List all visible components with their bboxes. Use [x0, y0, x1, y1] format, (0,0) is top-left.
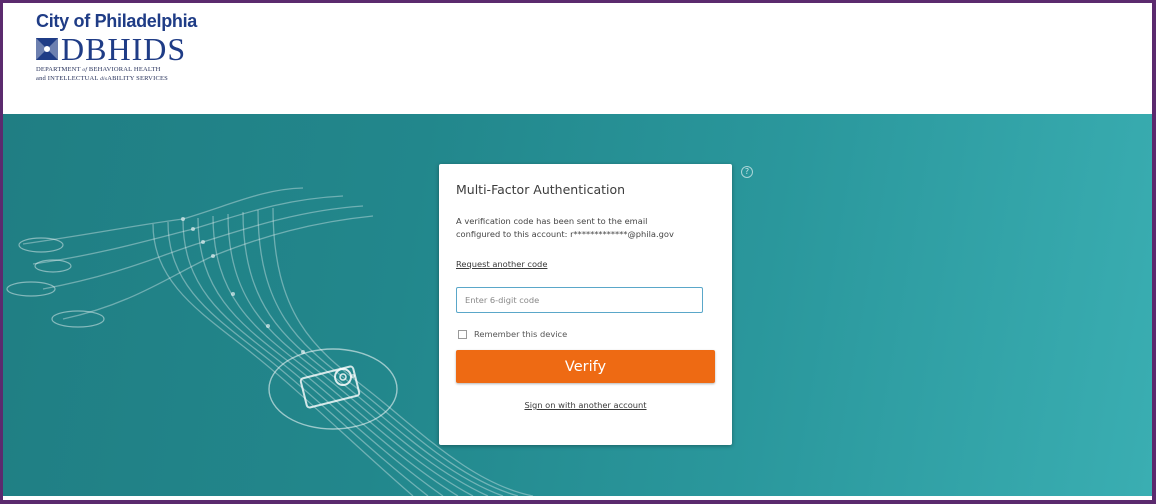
- code-input[interactable]: [456, 287, 703, 313]
- request-code-link[interactable]: Request another code: [456, 259, 547, 269]
- mfa-card: Multi-Factor Authentication A verificati…: [439, 164, 732, 445]
- remember-label: Remember this device: [474, 329, 568, 339]
- header: City of Philadelphia DBHIDS DEPARTMENT o…: [3, 3, 1152, 114]
- sign-on-another-account-link[interactable]: Sign on with another account: [456, 400, 715, 410]
- verify-button[interactable]: Verify: [456, 350, 715, 383]
- remember-checkbox[interactable]: [458, 329, 467, 339]
- brand-name: DBHIDS: [61, 31, 187, 67]
- dbhids-mark-icon: [36, 38, 58, 60]
- mfa-message: A verification code has been sent to the…: [456, 216, 674, 239]
- page-frame: City of Philadelphia DBHIDS DEPARTMENT o…: [0, 0, 1156, 504]
- remember-device[interactable]: Remember this device: [456, 329, 715, 339]
- city-name: City of Philadelphia: [36, 11, 198, 31]
- dbhids-logo: City of Philadelphia DBHIDS DEPARTMENT o…: [36, 11, 197, 83]
- help-icon[interactable]: ?: [741, 166, 753, 178]
- department-name: DEPARTMENT of BEHAVIORAL HEALTH and INTE…: [36, 66, 168, 82]
- mfa-title: Multi-Factor Authentication: [456, 182, 626, 197]
